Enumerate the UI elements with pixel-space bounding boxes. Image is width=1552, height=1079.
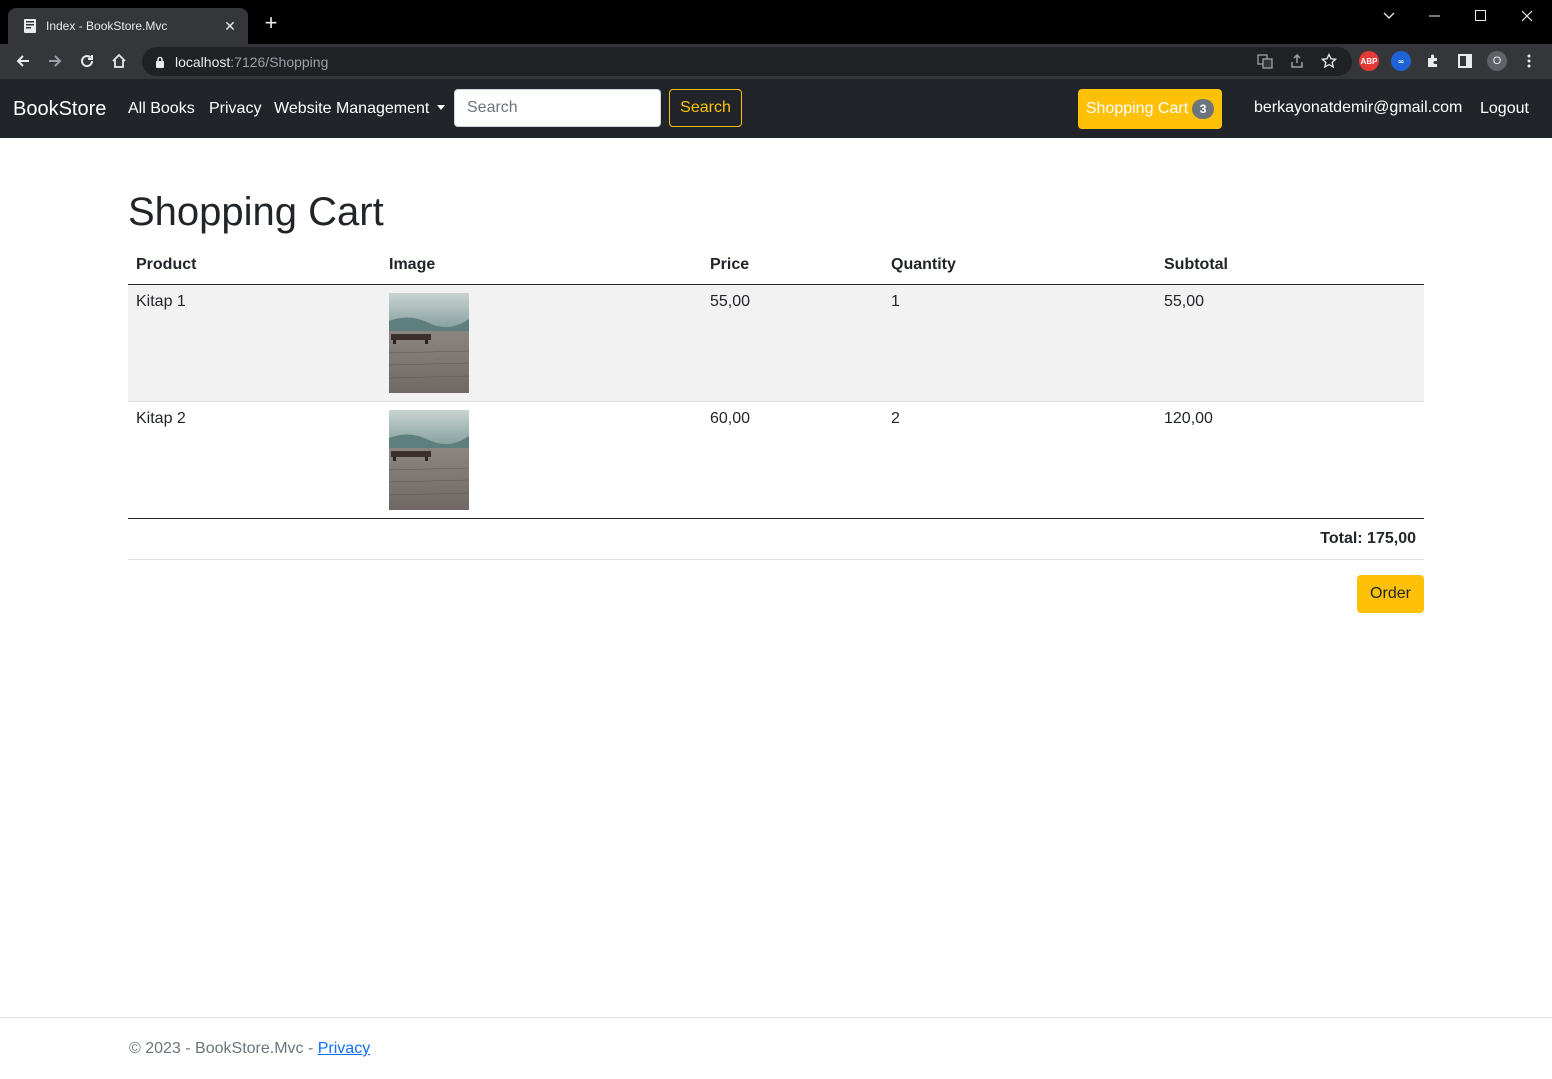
adblock-icon[interactable]: ABP bbox=[1359, 51, 1379, 71]
column-header-quantity: Quantity bbox=[883, 246, 1156, 285]
close-window-icon[interactable] bbox=[1504, 4, 1550, 28]
close-tab-icon[interactable]: ✕ bbox=[222, 18, 238, 35]
profile-avatar[interactable]: O bbox=[1487, 51, 1507, 71]
home-icon[interactable] bbox=[108, 50, 130, 72]
product-quantity: 2 bbox=[883, 401, 1156, 519]
product-name: Kitap 2 bbox=[128, 401, 381, 519]
nav-privacy[interactable]: Privacy bbox=[209, 100, 261, 118]
table-header-row: Product Image Price Quantity Subtotal bbox=[128, 246, 1424, 285]
product-image-cell bbox=[381, 401, 702, 519]
search-button[interactable]: Search bbox=[669, 89, 742, 127]
page-footer: © 2023 - BookStore.Mvc - Privacy bbox=[0, 1017, 1552, 1079]
shopping-cart-label: Shopping Cart bbox=[1085, 100, 1189, 117]
total-row: Total: 175,00 bbox=[128, 518, 1424, 560]
lock-icon[interactable] bbox=[155, 55, 165, 73]
back-icon[interactable] bbox=[12, 50, 34, 72]
table-row: Kitap 2 60,00 2 120,00 bbox=[128, 401, 1424, 519]
table-row: Kitap 1 55,00 1 55,00 bbox=[128, 284, 1424, 402]
address-bar[interactable]: localhost:7126/Shopping bbox=[142, 47, 1352, 76]
tab-search-icon[interactable] bbox=[1366, 4, 1412, 28]
tab-title: Index - BookStore.Mvc bbox=[46, 19, 168, 33]
product-subtotal: 55,00 bbox=[1156, 284, 1424, 402]
minimize-icon[interactable] bbox=[1412, 4, 1458, 28]
extension-infinity-icon[interactable]: ∞ bbox=[1391, 51, 1411, 71]
column-header-product: Product bbox=[128, 246, 381, 285]
browser-menu-icon[interactable] bbox=[1518, 50, 1540, 72]
forward-icon[interactable] bbox=[44, 50, 66, 72]
extensions-puzzle-icon[interactable] bbox=[1422, 50, 1444, 72]
url-text: localhost:7126/Shopping bbox=[175, 54, 329, 70]
browser-titlebar: Index - BookStore.Mvc ✕ + bbox=[0, 0, 1552, 44]
translate-icon[interactable] bbox=[1254, 50, 1276, 72]
site-navbar: BookStore All Books Privacy Website Mana… bbox=[0, 79, 1552, 138]
bookmark-star-icon[interactable] bbox=[1318, 50, 1340, 72]
side-panel-icon[interactable] bbox=[1454, 50, 1476, 72]
product-quantity: 1 bbox=[883, 284, 1156, 402]
cart-count-badge: 3 bbox=[1192, 99, 1215, 119]
logout-link[interactable]: Logout bbox=[1480, 100, 1529, 118]
order-button[interactable]: Order bbox=[1357, 575, 1424, 613]
share-icon[interactable] bbox=[1286, 50, 1308, 72]
nav-website-management[interactable]: Website Management bbox=[274, 100, 446, 118]
new-tab-icon[interactable]: + bbox=[260, 12, 282, 34]
user-email[interactable]: berkayonatdemir@gmail.com bbox=[1254, 99, 1462, 117]
page-icon bbox=[22, 18, 38, 34]
product-image bbox=[389, 292, 469, 393]
product-image bbox=[389, 409, 469, 510]
column-header-image: Image bbox=[381, 246, 702, 285]
cart-table: Product Image Price Quantity Subtotal Ki… bbox=[128, 246, 1424, 560]
reload-icon[interactable] bbox=[76, 50, 98, 72]
footer-text: © 2023 - BookStore.Mvc - Privacy bbox=[129, 1040, 371, 1057]
product-price: 55,00 bbox=[702, 284, 883, 402]
browser-tab[interactable]: Index - BookStore.Mvc ✕ bbox=[8, 8, 248, 44]
maximize-icon[interactable] bbox=[1458, 4, 1504, 28]
page-title: Shopping Cart bbox=[128, 190, 384, 234]
shopping-cart-button[interactable]: Shopping Cart 3 bbox=[1078, 89, 1222, 129]
nav-all-books[interactable]: All Books bbox=[128, 100, 195, 118]
column-header-price: Price bbox=[702, 246, 883, 285]
brand-link[interactable]: BookStore bbox=[13, 98, 106, 121]
product-subtotal: 120,00 bbox=[1156, 401, 1424, 519]
search-input[interactable] bbox=[454, 89, 661, 127]
product-image-cell bbox=[381, 284, 702, 402]
product-name: Kitap 1 bbox=[128, 284, 381, 402]
product-price: 60,00 bbox=[702, 401, 883, 519]
column-header-subtotal: Subtotal bbox=[1156, 246, 1424, 285]
cart-total: Total: 175,00 bbox=[128, 518, 1424, 560]
footer-privacy-link[interactable]: Privacy bbox=[318, 1040, 370, 1057]
dropdown-caret-icon bbox=[437, 105, 446, 110]
browser-toolbar: localhost:7126/Shopping ABP ∞ O bbox=[0, 44, 1552, 79]
